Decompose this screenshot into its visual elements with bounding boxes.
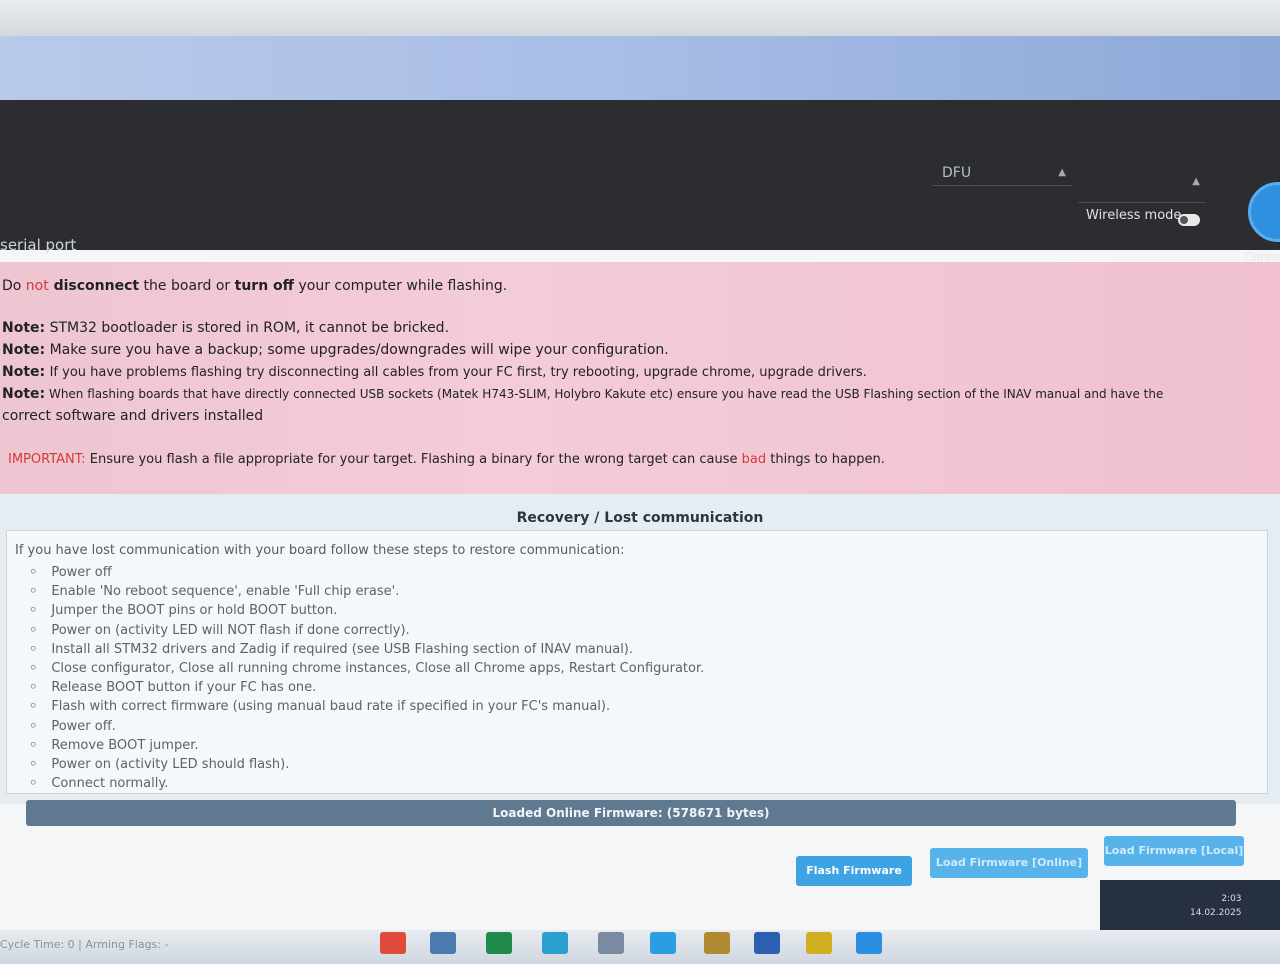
app-icon[interactable] [380, 932, 406, 954]
text: bad [741, 452, 767, 467]
load-firmware-online-button[interactable]: Load Firmware [Online] [930, 848, 1088, 878]
app-icon[interactable] [542, 932, 568, 954]
list-item: Flash with correct firmware (using manua… [29, 697, 704, 716]
note-label: Note: [2, 342, 46, 358]
note-line-cont: correct software and drivers installed [2, 408, 264, 424]
list-item: Power off [29, 563, 704, 582]
text: not [25, 278, 49, 294]
note-text: If you have problems flashing try discon… [49, 365, 867, 380]
list-item: Install all STM32 drivers and Zadig if r… [29, 640, 704, 659]
recovery-title: Recovery / Lost communication [516, 510, 764, 526]
clock: 2:03 14.02.2025 [1190, 892, 1242, 920]
list-item: Power off. [29, 717, 704, 736]
recovery-steps: Power off Enable 'No reboot sequence', e… [29, 563, 704, 793]
app-icon[interactable] [598, 932, 624, 954]
list-item: Remove BOOT jumper. [29, 736, 704, 755]
recovery-panel: Recovery / Lost communication If you hav… [0, 494, 1280, 804]
status-text: Cycle Time: 0 | Arming Flags: - [0, 938, 169, 951]
clock-date: 14.02.2025 [1190, 908, 1242, 918]
note-label: Note: [2, 386, 46, 402]
warning-line: Do not disconnect the board or turn off … [2, 278, 507, 294]
clock-time: 2:03 [1221, 894, 1242, 904]
warning-panel: Do not disconnect the board or turn off … [0, 262, 1280, 494]
text: Ensure you flash a file appropriate for … [85, 452, 742, 467]
updown-icon: ▲ [1058, 167, 1066, 178]
text: Do [2, 278, 26, 294]
list-item: Enable 'No reboot sequence', enable 'Ful… [29, 582, 704, 601]
flash-firmware-button[interactable]: Flash Firmware [796, 856, 912, 886]
photo-edge [0, 0, 1280, 40]
important-line: IMPORTANT: Ensure you flash a file appro… [8, 452, 885, 467]
wireless-mode-toggle[interactable] [1178, 214, 1200, 226]
excel-icon[interactable] [486, 932, 512, 954]
section-title: serial port [0, 236, 77, 254]
note-line: Note: When flashing boards that have dir… [2, 386, 1163, 402]
list-item: Power on (activity LED should flash). [29, 755, 704, 774]
screen: DFU ▲ ▲ Wireless mode Conne serial port … [0, 0, 1280, 964]
port-value: DFU [942, 165, 972, 181]
list-item: Close configurator, Close all running ch… [29, 659, 704, 678]
app-icon[interactable] [806, 932, 832, 954]
recovery-box: If you have lost communication with your… [6, 530, 1268, 794]
word-icon[interactable] [754, 932, 780, 954]
important-label: IMPORTANT: [8, 452, 86, 467]
firmware-progress-bar: Loaded Online Firmware: (578671 bytes) [26, 800, 1236, 826]
app-icon[interactable] [650, 932, 676, 954]
list-item: Jumper the BOOT pins or hold BOOT button… [29, 601, 704, 620]
app-icon[interactable] [856, 932, 882, 954]
text: things to happen. [766, 452, 885, 467]
text: disconnect [48, 278, 140, 294]
text: your computer while flashing. [294, 278, 508, 294]
note-text: Make sure you have a backup; some upgrad… [49, 342, 669, 358]
note-line: Note: Make sure you have a backup; some … [2, 342, 669, 358]
top-bar [0, 36, 1280, 102]
header [0, 100, 1280, 250]
recovery-intro: If you have lost communication with your… [15, 543, 625, 558]
port-select[interactable]: DFU ▲ [932, 160, 1072, 186]
wireless-mode-label: Wireless mode [1086, 208, 1182, 223]
list-item: Power on (activity LED will NOT flash if… [29, 621, 704, 640]
note-text: STM32 bootloader is stored in ROM, it ca… [49, 320, 450, 336]
text: the board or [139, 278, 235, 294]
updown-icon: ▲ [1192, 176, 1200, 187]
note-text: When flashing boards that have directly … [48, 387, 1164, 401]
load-firmware-local-button[interactable]: Load Firmware [Local] [1104, 836, 1244, 866]
app-icon[interactable] [704, 932, 730, 954]
note-line: Note: STM32 bootloader is stored in ROM,… [2, 320, 449, 336]
text: turn off [234, 278, 295, 294]
note-label: Note: [2, 320, 46, 336]
note-line: Note: If you have problems flashing try … [2, 364, 867, 380]
folder-icon[interactable] [430, 932, 456, 954]
list-item: Connect normally. [29, 774, 704, 793]
status-bar [0, 930, 1280, 964]
baud-select[interactable]: ▲ [1078, 176, 1206, 203]
list-item: Release BOOT button if your FC has one. [29, 678, 704, 697]
note-label: Note: [2, 364, 46, 380]
